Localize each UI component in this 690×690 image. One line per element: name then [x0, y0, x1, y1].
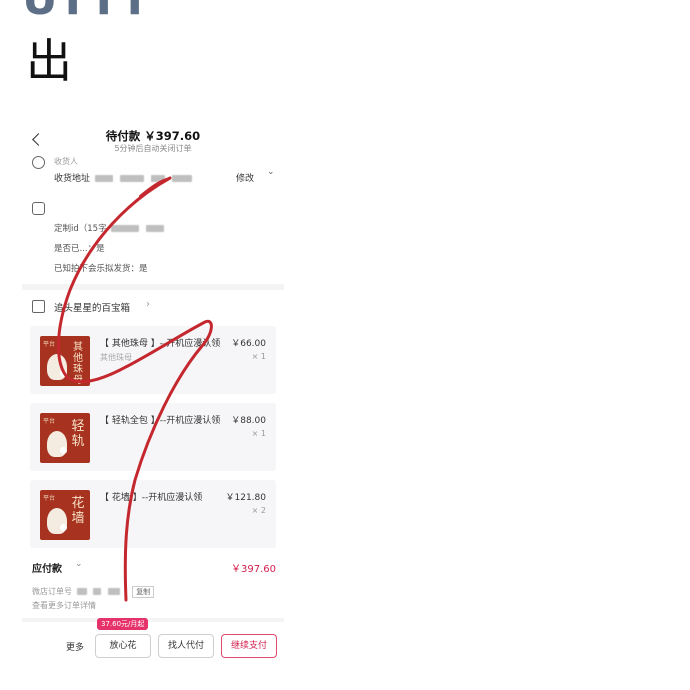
product-subtitle: 其他珠母: [100, 353, 132, 362]
section-divider: [22, 284, 284, 290]
thumbnail-tag: 平台: [43, 341, 56, 348]
redacted-address: [171, 175, 192, 182]
redacted-id: [145, 225, 164, 232]
top-partial-text: UTTT: [22, 0, 150, 25]
order-info: 微店订单号 复制 查看更多订单详情: [22, 586, 284, 616]
ack-line: 已知拍下会乐拟发货：是: [54, 264, 148, 274]
product-thumbnail[interactable]: 平台 花墙: [40, 490, 90, 540]
shop-row[interactable]: 追头星星的百宝箱 ›: [22, 298, 284, 316]
friend-pay-button[interactable]: 找人代付: [158, 634, 214, 658]
redacted-order-number: [107, 588, 120, 595]
shop-icon: [32, 300, 45, 313]
product-thumbnail[interactable]: 平台 轻轨: [40, 413, 90, 463]
pearl-illustration: [60, 370, 67, 377]
chevron-down-icon[interactable]: ⌄: [267, 167, 275, 177]
installment-badge: 37.60元/月起: [97, 618, 149, 630]
thumbnail-tag: 平台: [43, 418, 56, 425]
product-qty: × 1: [251, 352, 266, 361]
thumbnail-word: 花墙: [71, 496, 85, 526]
continue-pay-button[interactable]: 继续支付: [221, 634, 277, 658]
more-order-details-link[interactable]: 查看更多订单详情: [32, 600, 96, 611]
redacted-address: [94, 175, 113, 182]
payable-label: 应付款: [32, 564, 62, 575]
product-card[interactable]: 平台 花墙 【 花墙 】--开机应漫认领 ￥121.80 × 2: [30, 480, 276, 548]
product-title: 【 花墙 】--开机应漫认领: [100, 493, 203, 503]
redacted-id: [111, 225, 140, 232]
thumbnail-tag: 平台: [43, 495, 56, 502]
thumbnail-word: 轻轨: [71, 419, 85, 449]
product-qty: × 1: [251, 429, 266, 438]
product-price: ￥66.00: [231, 339, 266, 349]
product-card[interactable]: 平台 轻轨 【 轻轨全包 】--开机应漫认领 ￥88.00 × 1: [30, 403, 276, 471]
more-button[interactable]: 更多: [66, 640, 84, 653]
product-card[interactable]: 平台 其他珠母 【 其他珠母 】--开机应漫认领 其他珠母 ￥66.00 × 1: [30, 326, 276, 394]
payable-row[interactable]: 应付款 ⌄ ￥397.60: [22, 558, 284, 576]
product-title: 【 其他珠母 】--开机应漫认领: [100, 339, 221, 349]
redacted-address: [119, 175, 144, 182]
redacted-address: [150, 175, 165, 182]
address-section[interactable]: 收货人 收货地址 修改 ⌄: [22, 154, 284, 190]
address-label: 收货地址: [54, 174, 91, 184]
consignee-label: 收货人: [54, 157, 78, 166]
remarks-section: 定制id（15字 是否已...：是 已知拍下会乐拟发货：是: [22, 200, 284, 290]
product-price: ￥88.00: [231, 416, 266, 426]
product-price: ￥121.80: [225, 493, 267, 503]
huabei-button[interactable]: 放心花: [95, 634, 151, 658]
edit-address-link[interactable]: 修改: [236, 171, 254, 184]
order-header: 待付款 ￥397.60 5分钟后自动关闭订单: [22, 122, 284, 158]
chevron-right-icon[interactable]: ›: [146, 299, 150, 310]
product-qty: × 2: [251, 506, 266, 515]
location-pin-icon: [32, 156, 45, 169]
thumbnail-word: 其他珠母: [73, 342, 83, 386]
note-icon: [32, 202, 45, 215]
redacted-order-number: [93, 588, 102, 595]
pearl-illustration: [60, 524, 67, 531]
page-title: 待付款 ￥397.60: [105, 129, 201, 143]
section-divider: [22, 618, 284, 622]
large-character: 出: [26, 34, 72, 88]
pearl-illustration: [60, 447, 67, 454]
order-screenshot: 待付款 ￥397.60 5分钟后自动关闭订单 收货人 收货地址 修改 ⌄ 定制i…: [22, 122, 284, 662]
shop-name[interactable]: 追头星星的百宝箱: [54, 300, 130, 314]
countdown-text: 5分钟后自动关闭订单: [114, 144, 192, 153]
product-title: 【 轻轨全包 】--开机应漫认领: [100, 416, 221, 426]
custom-id-label: 定制id（15字: [54, 224, 107, 234]
self-support-line: 是否已...：是: [54, 244, 105, 254]
chevron-down-icon[interactable]: ⌄: [75, 559, 83, 569]
product-thumbnail[interactable]: 平台 其他珠母: [40, 336, 90, 386]
order-number-label: 微店订单号: [32, 587, 72, 596]
payable-amount: ￥397.60: [231, 564, 276, 575]
copy-button[interactable]: 复制: [132, 586, 155, 598]
redacted-order-number: [76, 588, 87, 595]
